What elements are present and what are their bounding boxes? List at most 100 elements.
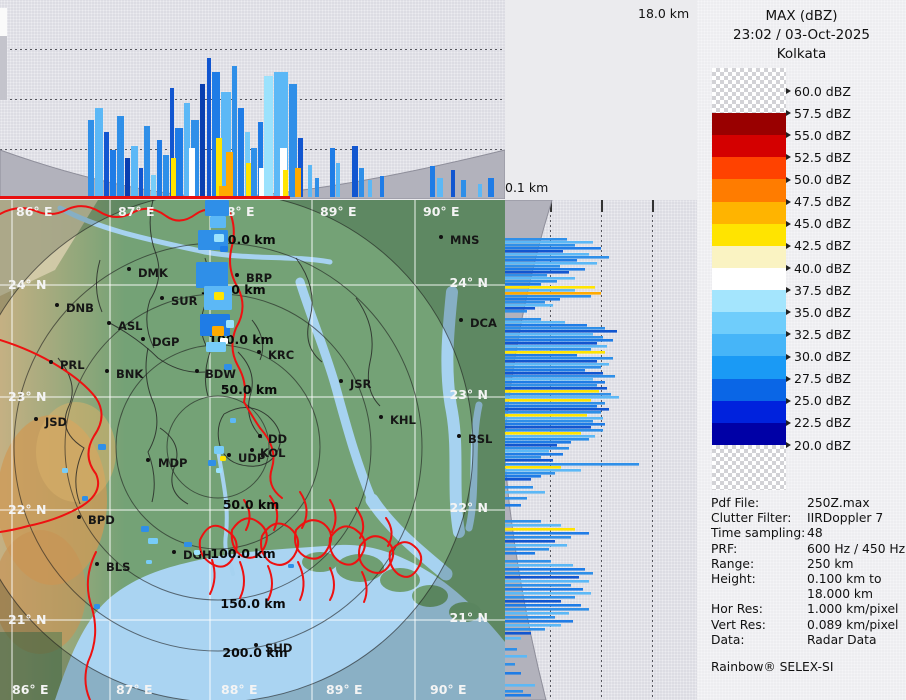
legend-entry: 27.5 dBZ xyxy=(786,371,851,387)
echo-column xyxy=(125,158,130,197)
color-swatch xyxy=(712,378,786,401)
longitude-label: 86° E xyxy=(12,682,49,697)
station-dot xyxy=(339,379,343,383)
echo-row xyxy=(505,408,609,411)
range-ring-label: 100.0 km xyxy=(210,546,275,561)
station-dot xyxy=(457,434,461,438)
echo-column xyxy=(110,150,116,197)
echo-row xyxy=(505,259,577,262)
legend-entry-label: 20.0 dBZ xyxy=(794,437,851,453)
echo-cell xyxy=(230,418,236,423)
echo-row xyxy=(505,624,561,627)
right-height-profile-panel xyxy=(505,200,697,700)
legend-entry-label: 35.0 dBZ xyxy=(794,304,851,320)
station-dot xyxy=(105,369,109,373)
metadata-value: Radar Data xyxy=(807,632,877,647)
echo-row xyxy=(505,600,561,603)
echo-row xyxy=(505,672,521,675)
color-swatch xyxy=(712,400,786,424)
color-swatch xyxy=(712,179,786,202)
metadata-value: 0.089 km/pixel xyxy=(807,617,899,632)
echo-row xyxy=(505,393,611,396)
echo-row xyxy=(505,307,535,310)
station-label: MNS xyxy=(450,233,479,247)
echo-row xyxy=(505,536,571,539)
metadata-row: Time sampling: 48 xyxy=(711,526,906,541)
legend-entry: 40.0 dBZ xyxy=(786,261,851,276)
echo-row xyxy=(505,604,581,607)
product-datetime: 23:02 / 03-Oct-2025 xyxy=(732,27,871,43)
echo-row xyxy=(505,295,591,298)
legend-entry-label: 47.5 dBZ xyxy=(794,194,851,210)
legend-entry-label: 27.5 dBZ xyxy=(794,371,851,387)
radar-app-window: 18.0 km 0.1 km DMK DNB SUR ASL DGP PRL BNK JSD B… xyxy=(0,0,906,700)
legend-entry: 37.5 dBZ xyxy=(786,282,851,298)
range-ring-label: 50.0 km xyxy=(223,497,280,512)
metadata-value: IIRDoppler 7 xyxy=(807,511,884,526)
station-label: PRL xyxy=(60,358,85,372)
echo-row xyxy=(505,592,591,595)
legend-entry: 32.5 dBZ xyxy=(786,327,851,342)
echo-row xyxy=(505,580,589,583)
station-dot xyxy=(379,415,383,419)
echo-row xyxy=(505,333,593,336)
echo-row xyxy=(505,250,563,253)
echo-cell xyxy=(208,460,216,466)
legend-entry: 30.0 dBZ xyxy=(786,349,851,365)
transparent-swatch xyxy=(712,445,786,490)
echo-row xyxy=(505,504,521,507)
software-brand: Rainbow® SELEX-SI xyxy=(711,660,834,674)
echo-column xyxy=(461,180,466,197)
arrow-icon xyxy=(786,442,791,449)
legend-entry: 22.5 dBZ xyxy=(786,415,851,430)
legend-entry-label: 30.0 dBZ xyxy=(794,349,851,365)
echo-row xyxy=(505,369,585,372)
echo-row xyxy=(505,608,589,611)
echo-row xyxy=(505,497,527,500)
edge-strip xyxy=(0,8,7,36)
metadata-row: Clutter Filter: IIRDoppler 7 xyxy=(711,511,906,526)
echo-row xyxy=(505,648,517,651)
echo-core xyxy=(295,168,301,197)
border-line xyxy=(0,196,290,199)
echo-row xyxy=(505,429,603,432)
echo-row xyxy=(505,390,599,393)
arrow-icon xyxy=(786,110,791,117)
station-label: DCA xyxy=(470,316,497,330)
echo-row xyxy=(505,271,569,274)
echo-row xyxy=(505,472,555,475)
echo-column xyxy=(163,155,169,197)
color-swatch xyxy=(712,312,786,335)
echo-cell xyxy=(194,550,200,555)
echo-row xyxy=(505,532,589,535)
metadata-row: Vert Res: 0.089 km/pixel xyxy=(711,618,906,633)
station-label: DGP xyxy=(152,335,179,349)
legend-entry-label: 52.5 dBZ xyxy=(794,149,851,165)
metadata-value: 250 km xyxy=(807,556,854,571)
metadata-label: Height: xyxy=(711,571,756,586)
arrow-icon xyxy=(786,397,791,404)
legend-entry: 25.0 dBZ xyxy=(786,393,851,408)
longitude-label: 88° E xyxy=(221,682,258,697)
echo-row xyxy=(505,411,601,414)
echo-cell xyxy=(220,456,226,461)
longitude-label: 87° E xyxy=(118,204,155,219)
legend-panel: MAX (dBZ) 23:02 / 03-Oct-2025 Kolkata 60… xyxy=(697,0,906,700)
echo-row xyxy=(505,528,575,531)
echo-column xyxy=(488,178,494,197)
echo-cell xyxy=(146,560,152,564)
arrow-icon xyxy=(786,353,791,360)
echo-column xyxy=(359,168,364,197)
legend-entry: 47.5 dBZ xyxy=(786,194,851,210)
echo-column xyxy=(95,108,103,197)
echo-column xyxy=(330,148,335,197)
echo-row xyxy=(505,444,557,447)
echo-column xyxy=(380,176,384,197)
station-dot xyxy=(77,515,81,519)
echo-row xyxy=(505,420,593,423)
arrow-icon xyxy=(786,154,791,161)
legend-entry: 52.5 dBZ xyxy=(786,149,851,165)
echo-column xyxy=(368,180,372,197)
legend-entry-label: 37.5 dBZ xyxy=(794,282,851,298)
echo-cell xyxy=(205,200,229,216)
